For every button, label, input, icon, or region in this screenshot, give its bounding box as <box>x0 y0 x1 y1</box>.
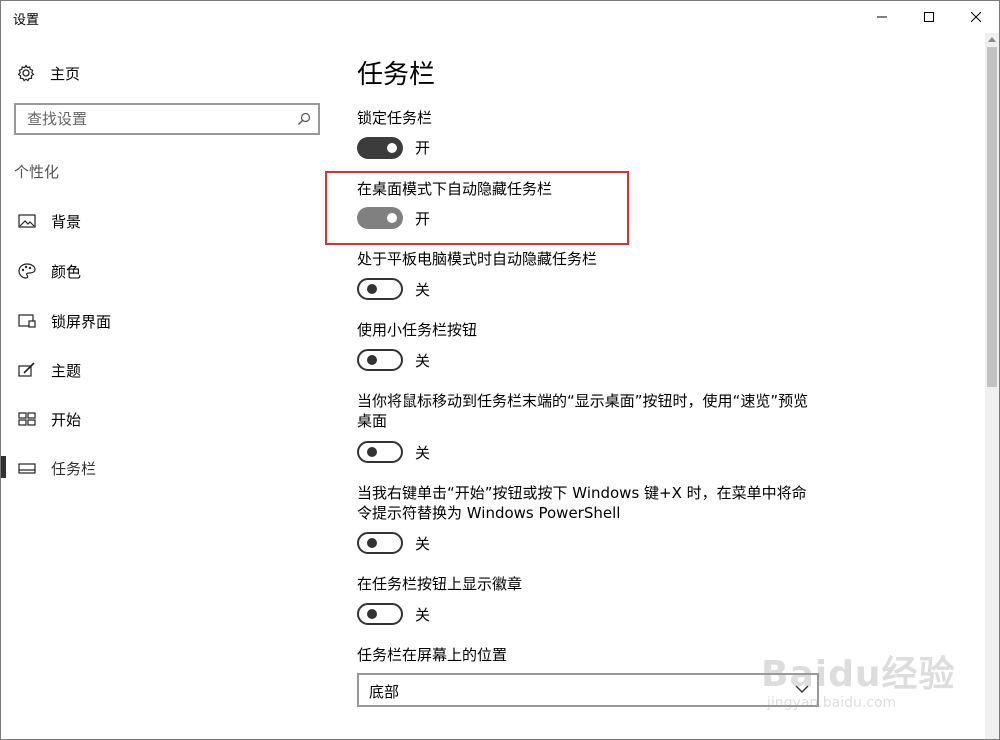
watermark-text: Baidu经验 <box>761 654 956 695</box>
powershell-toggle[interactable] <box>357 532 403 554</box>
badges-toggle[interactable] <box>357 603 403 625</box>
scrollbar[interactable] <box>985 33 999 739</box>
toggle-state: 开 <box>415 139 431 157</box>
small-buttons-toggle[interactable] <box>357 349 403 371</box>
auto-hide-tablet-toggle[interactable] <box>357 278 403 300</box>
settings-window: 设置 主页 个性化 <box>0 0 1000 740</box>
toggle-knob <box>367 447 377 457</box>
lock-taskbar-toggle[interactable] <box>357 137 403 159</box>
sidebar-item-label: 开始 <box>51 411 82 429</box>
watermark: Baidu经验 jingyan.baidu.com <box>761 641 991 731</box>
page-title: 任务栏 <box>357 60 436 90</box>
toggle-state: 关 <box>415 535 431 553</box>
image-icon <box>18 214 36 228</box>
minimize-icon <box>877 16 887 18</box>
sidebar-item-colors[interactable]: 颜色 <box>1 251 331 291</box>
search-box[interactable] <box>14 103 320 135</box>
sidebar-item-label: 锁屏界面 <box>51 313 112 331</box>
taskbar-icon <box>18 463 36 474</box>
title-bar[interactable]: 设置 <box>1 1 999 33</box>
setting-label-peek: 当你将鼠标移动到任务栏末端的“显示桌面”按钮时，使用“速览”预览桌面 <box>357 392 809 430</box>
scroll-thumb[interactable] <box>987 47 997 387</box>
sidebar-item-themes[interactable]: 主题 <box>1 350 331 390</box>
maximize-icon <box>924 12 934 22</box>
setting-label-lock-taskbar: 锁定任务栏 <box>357 109 433 127</box>
home-nav-item[interactable]: 主页 <box>17 61 80 85</box>
main-content: 任务栏 锁定任务栏 开 在桌面模式下自动隐藏任务栏 开 处于平板电脑模式时自动隐… <box>331 33 985 739</box>
toggle-knob <box>367 609 377 619</box>
sidebar-item-taskbar[interactable]: 任务栏 <box>1 448 331 488</box>
sidebar-item-start[interactable]: 开始 <box>1 399 331 439</box>
watermark-url: jingyan.baidu.com <box>767 695 897 711</box>
start-icon <box>18 412 36 426</box>
window-title: 设置 <box>13 13 40 28</box>
lock-screen-icon <box>18 314 36 328</box>
taskbar-position-dropdown[interactable]: 底部 <box>357 673 819 707</box>
toggle-knob <box>367 284 377 294</box>
setting-label-position: 任务栏在屏幕上的位置 <box>357 646 508 664</box>
peek-toggle[interactable] <box>357 441 403 463</box>
toggle-state: 关 <box>415 444 431 462</box>
sidebar-item-label: 颜色 <box>51 263 82 281</box>
selected-indicator <box>1 456 6 478</box>
gear-icon <box>17 64 35 82</box>
search-icon[interactable] <box>297 112 311 126</box>
palette-icon <box>18 263 36 279</box>
toggle-state: 关 <box>415 281 431 299</box>
toggle-state: 关 <box>415 606 431 624</box>
home-label: 主页 <box>50 64 81 83</box>
annotation-highlight-box <box>325 171 629 245</box>
close-button[interactable] <box>953 1 999 33</box>
sidebar-item-lock-screen[interactable]: 锁屏界面 <box>1 301 331 341</box>
sidebar-item-label: 背景 <box>51 213 82 231</box>
sidebar: 主页 个性化 背景 颜色 <box>1 33 331 739</box>
scroll-up-arrow-icon[interactable] <box>988 36 996 42</box>
dropdown-value: 底部 <box>369 683 400 701</box>
setting-label-small-buttons: 使用小任务栏按钮 <box>357 321 478 339</box>
search-input[interactable] <box>16 105 286 133</box>
sidebar-item-label: 主题 <box>51 362 82 380</box>
close-icon <box>971 12 981 22</box>
setting-label-powershell: 当我右键单击“开始”按钮或按下 Windows 键+X 时，在菜单中将命令提示符… <box>357 484 807 522</box>
toggle-knob <box>367 355 377 365</box>
group-heading: 个性化 <box>14 163 60 181</box>
toggle-knob <box>387 143 397 153</box>
setting-label-auto-hide-tablet: 处于平板电脑模式时自动隐藏任务栏 <box>357 250 598 268</box>
toggle-knob <box>367 538 377 548</box>
sidebar-item-background[interactable]: 背景 <box>1 201 331 241</box>
toggle-state: 关 <box>415 352 431 370</box>
sidebar-item-label: 任务栏 <box>51 460 97 478</box>
setting-label-badges: 在任务栏按钮上显示徽章 <box>357 575 523 593</box>
maximize-button[interactable] <box>906 1 952 33</box>
theme-icon <box>18 362 35 377</box>
minimize-button[interactable] <box>859 1 905 33</box>
